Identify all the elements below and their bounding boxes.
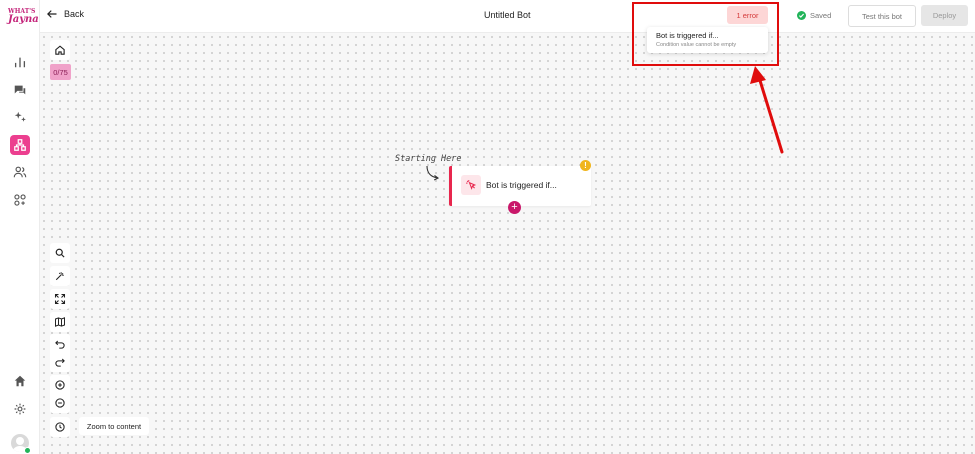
home-icon — [55, 45, 65, 55]
zoom-to-content-tooltip: Zoom to content — [79, 417, 149, 435]
warning-icon[interactable]: ! — [580, 160, 591, 171]
arrow-left-icon — [47, 10, 57, 18]
home-icon[interactable] — [10, 371, 30, 391]
saved-label: Saved — [810, 11, 832, 20]
test-bot-button[interactable]: Test this bot — [848, 5, 916, 27]
gear-icon[interactable] — [10, 399, 30, 419]
sparkles-icon[interactable] — [10, 107, 30, 127]
map-icon — [55, 317, 65, 327]
page-title[interactable]: Untitled Bot — [484, 10, 531, 20]
trigger-node[interactable]: Bot is triggered if... — [449, 166, 591, 206]
integrations-icon[interactable] — [10, 190, 30, 210]
auto-layout-button[interactable] — [50, 266, 70, 286]
chat-icon[interactable] — [10, 80, 30, 100]
annotation-highlight-box — [632, 2, 779, 66]
starting-here-label: Starting Here — [395, 154, 462, 164]
node-counter: 0/75 — [50, 64, 71, 80]
back-label: Back — [64, 9, 85, 19]
back-button[interactable]: Back — [46, 8, 84, 20]
zoom-out-button[interactable] — [50, 393, 70, 413]
zoom-in-button[interactable] — [50, 375, 70, 395]
zoom-to-content-button[interactable] — [50, 417, 70, 437]
redo-button[interactable] — [50, 352, 70, 372]
top-bar: Back Untitled Bot 1 error Saved Test thi… — [40, 0, 975, 33]
zoom-controls — [50, 375, 70, 413]
sidebar: WHAT'S Jayna — [0, 0, 40, 454]
deploy-button[interactable]: Deploy — [921, 5, 968, 26]
redo-icon — [55, 358, 65, 367]
clock-icon — [55, 422, 65, 432]
online-status-dot — [24, 447, 31, 454]
expand-icon — [54, 293, 66, 305]
users-icon[interactable] — [10, 162, 30, 182]
history-controls — [50, 334, 70, 372]
trigger-node-label: Bot is triggered if... — [486, 180, 557, 190]
flow-icon[interactable] — [10, 135, 30, 155]
magic-wand-icon — [55, 272, 64, 281]
cursor-click-icon — [461, 175, 481, 195]
zoom-in-icon — [55, 380, 65, 390]
save-status: Saved — [797, 11, 831, 20]
search-icon — [55, 248, 65, 258]
bar-chart-icon[interactable] — [10, 52, 30, 72]
add-step-button[interactable]: + — [508, 201, 521, 214]
undo-button[interactable] — [50, 334, 70, 354]
brand-logo[interactable]: WHAT'S Jayna — [8, 8, 39, 32]
search-button[interactable] — [50, 243, 70, 263]
undo-icon — [55, 340, 65, 349]
zoom-out-icon — [55, 398, 65, 408]
logo-line2: Jayna — [8, 14, 39, 25]
home-view-button[interactable] — [50, 40, 70, 60]
fit-view-button[interactable] — [50, 289, 70, 309]
curved-arrow-icon — [426, 165, 440, 181]
flow-canvas[interactable] — [40, 33, 975, 454]
annotation-arrow-icon — [750, 66, 784, 154]
check-circle-icon — [797, 11, 806, 20]
minimap-button[interactable] — [50, 312, 70, 332]
